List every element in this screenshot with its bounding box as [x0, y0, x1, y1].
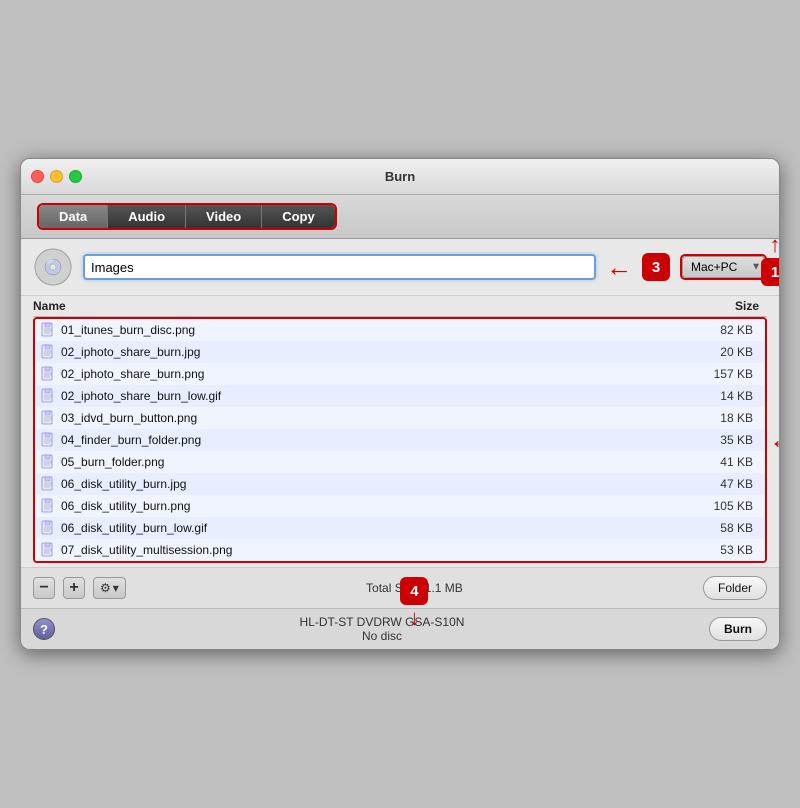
file-name: 02_iphoto_share_burn_low.gif	[61, 389, 681, 403]
file-icon	[39, 409, 57, 427]
file-size: 41 KB	[681, 455, 761, 469]
device-name: HL-DT-ST DVDRW GSA-S10N	[65, 615, 699, 629]
remove-button[interactable]: −	[33, 577, 55, 599]
file-size: 82 KB	[681, 323, 761, 337]
gear-dropdown-icon: ▾	[113, 581, 119, 595]
table-row[interactable]: 06_disk_utility_burn_low.gif58 KB	[35, 517, 765, 539]
annotation-3: 3	[642, 253, 670, 281]
table-row[interactable]: 02_iphoto_share_burn_low.gif14 KB	[35, 385, 765, 407]
file-size: 20 KB	[681, 345, 761, 359]
tab-video[interactable]: Video	[186, 205, 262, 228]
file-size: 105 KB	[681, 499, 761, 513]
file-icon	[39, 519, 57, 537]
file-section: Name Size 01_itunes_burn_disc.png82 KB02…	[21, 296, 779, 567]
file-name: 05_burn_folder.png	[61, 455, 681, 469]
folder-button[interactable]: Folder	[703, 576, 767, 600]
total-size-area: Total Size: 1.1 MB 4 ↓	[134, 581, 695, 595]
title-bar: Burn	[21, 159, 779, 195]
file-size: 35 KB	[681, 433, 761, 447]
annotation-2-area: ← 2	[769, 425, 780, 456]
table-row[interactable]: 07_disk_utility_multisession.png53 KB	[35, 539, 765, 561]
file-list[interactable]: 01_itunes_burn_disc.png82 KB02_iphoto_sh…	[35, 319, 765, 561]
bottom-bar: − + ⚙ ▾ Total Size: 1.1 MB 4 ↓ Folder	[21, 567, 779, 608]
file-icon	[39, 321, 57, 339]
file-name: 06_disk_utility_burn.jpg	[61, 477, 681, 491]
column-headers: Name Size	[33, 296, 767, 317]
arrow-3-icon: ←	[606, 252, 632, 283]
annotation-4-area: 4 ↓	[400, 577, 428, 631]
table-row[interactable]: 02_iphoto_share_burn.jpg20 KB	[35, 341, 765, 363]
annotation-1-area: ↑ 1	[761, 232, 780, 286]
file-list-outer: 01_itunes_burn_disc.png82 KB02_iphoto_sh…	[33, 317, 767, 563]
file-icon	[39, 343, 57, 361]
burn-button[interactable]: Burn	[709, 617, 767, 641]
file-icon	[39, 497, 57, 515]
file-list-container: 01_itunes_burn_disc.png82 KB02_iphoto_sh…	[33, 317, 767, 563]
format-select-wrapper: Mac+PC Mac only PC only ▼	[680, 254, 767, 280]
gear-icon: ⚙	[100, 581, 111, 595]
arrow-1-icon: ↑	[770, 232, 781, 258]
disc-icon	[33, 247, 73, 287]
tab-audio[interactable]: Audio	[108, 205, 186, 228]
file-size: 14 KB	[681, 389, 761, 403]
table-row[interactable]: 06_disk_utility_burn.jpg47 KB	[35, 473, 765, 495]
device-info: HL-DT-ST DVDRW GSA-S10N No disc	[65, 615, 699, 643]
file-icon	[39, 431, 57, 449]
table-row[interactable]: 05_burn_folder.png41 KB	[35, 451, 765, 473]
annotation-1: 1	[761, 258, 780, 286]
file-icon	[39, 453, 57, 471]
table-row[interactable]: 01_itunes_burn_disc.png82 KB	[35, 319, 765, 341]
file-icon	[39, 541, 57, 559]
table-row[interactable]: 03_idvd_burn_button.png18 KB	[35, 407, 765, 429]
file-name: 04_finder_burn_folder.png	[61, 433, 681, 447]
add-button[interactable]: +	[63, 577, 85, 599]
file-size: 157 KB	[681, 367, 761, 381]
file-icon	[39, 365, 57, 383]
toolbar: ← 3 Mac+PC Mac only PC only ▼ ↑ 1	[21, 239, 779, 296]
close-button[interactable]	[31, 170, 44, 183]
disc-name-input[interactable]	[83, 254, 596, 280]
minimize-button[interactable]	[50, 170, 63, 183]
file-name: 01_itunes_burn_disc.png	[61, 323, 681, 337]
file-icon	[39, 475, 57, 493]
col-size-header: Size	[687, 299, 767, 313]
tab-copy[interactable]: Copy	[262, 205, 335, 228]
arrow-4-icon: ↓	[409, 605, 420, 631]
annotation-4: 4	[400, 577, 428, 605]
format-select[interactable]: Mac+PC Mac only PC only	[682, 256, 765, 278]
file-name: 02_iphoto_share_burn.jpg	[61, 345, 681, 359]
traffic-lights	[31, 170, 82, 183]
file-size: 53 KB	[681, 543, 761, 557]
file-icon	[39, 387, 57, 405]
file-name: 06_disk_utility_burn_low.gif	[61, 521, 681, 535]
file-name: 02_iphoto_share_burn.png	[61, 367, 681, 381]
settings-button[interactable]: ⚙ ▾	[93, 577, 126, 599]
tab-bar: Data Audio Video Copy	[21, 195, 779, 239]
help-button[interactable]: ?	[33, 618, 55, 640]
tab-group: Data Audio Video Copy	[37, 203, 337, 230]
file-size: 58 KB	[681, 521, 761, 535]
file-name: 03_idvd_burn_button.png	[61, 411, 681, 425]
table-row[interactable]: 02_iphoto_share_burn.png157 KB	[35, 363, 765, 385]
window-title: Burn	[385, 169, 415, 184]
maximize-button[interactable]	[69, 170, 82, 183]
col-name-header: Name	[33, 299, 687, 313]
file-size: 47 KB	[681, 477, 761, 491]
table-row[interactable]: 04_finder_burn_folder.png35 KB	[35, 429, 765, 451]
burn-window: Burn Data Audio Video Copy ← 3	[20, 158, 780, 650]
file-size: 18 KB	[681, 411, 761, 425]
table-row[interactable]: 06_disk_utility_burn.png105 KB	[35, 495, 765, 517]
file-name: 07_disk_utility_multisession.png	[61, 543, 681, 557]
tab-data[interactable]: Data	[39, 205, 108, 228]
device-status: No disc	[65, 629, 699, 643]
total-size-value: 1.1 MB	[425, 581, 463, 595]
arrow-2-icon: ←	[769, 425, 780, 456]
format-select-container: Mac+PC Mac only PC only ▼ ↑ 1	[680, 254, 767, 280]
file-name: 06_disk_utility_burn.png	[61, 499, 681, 513]
